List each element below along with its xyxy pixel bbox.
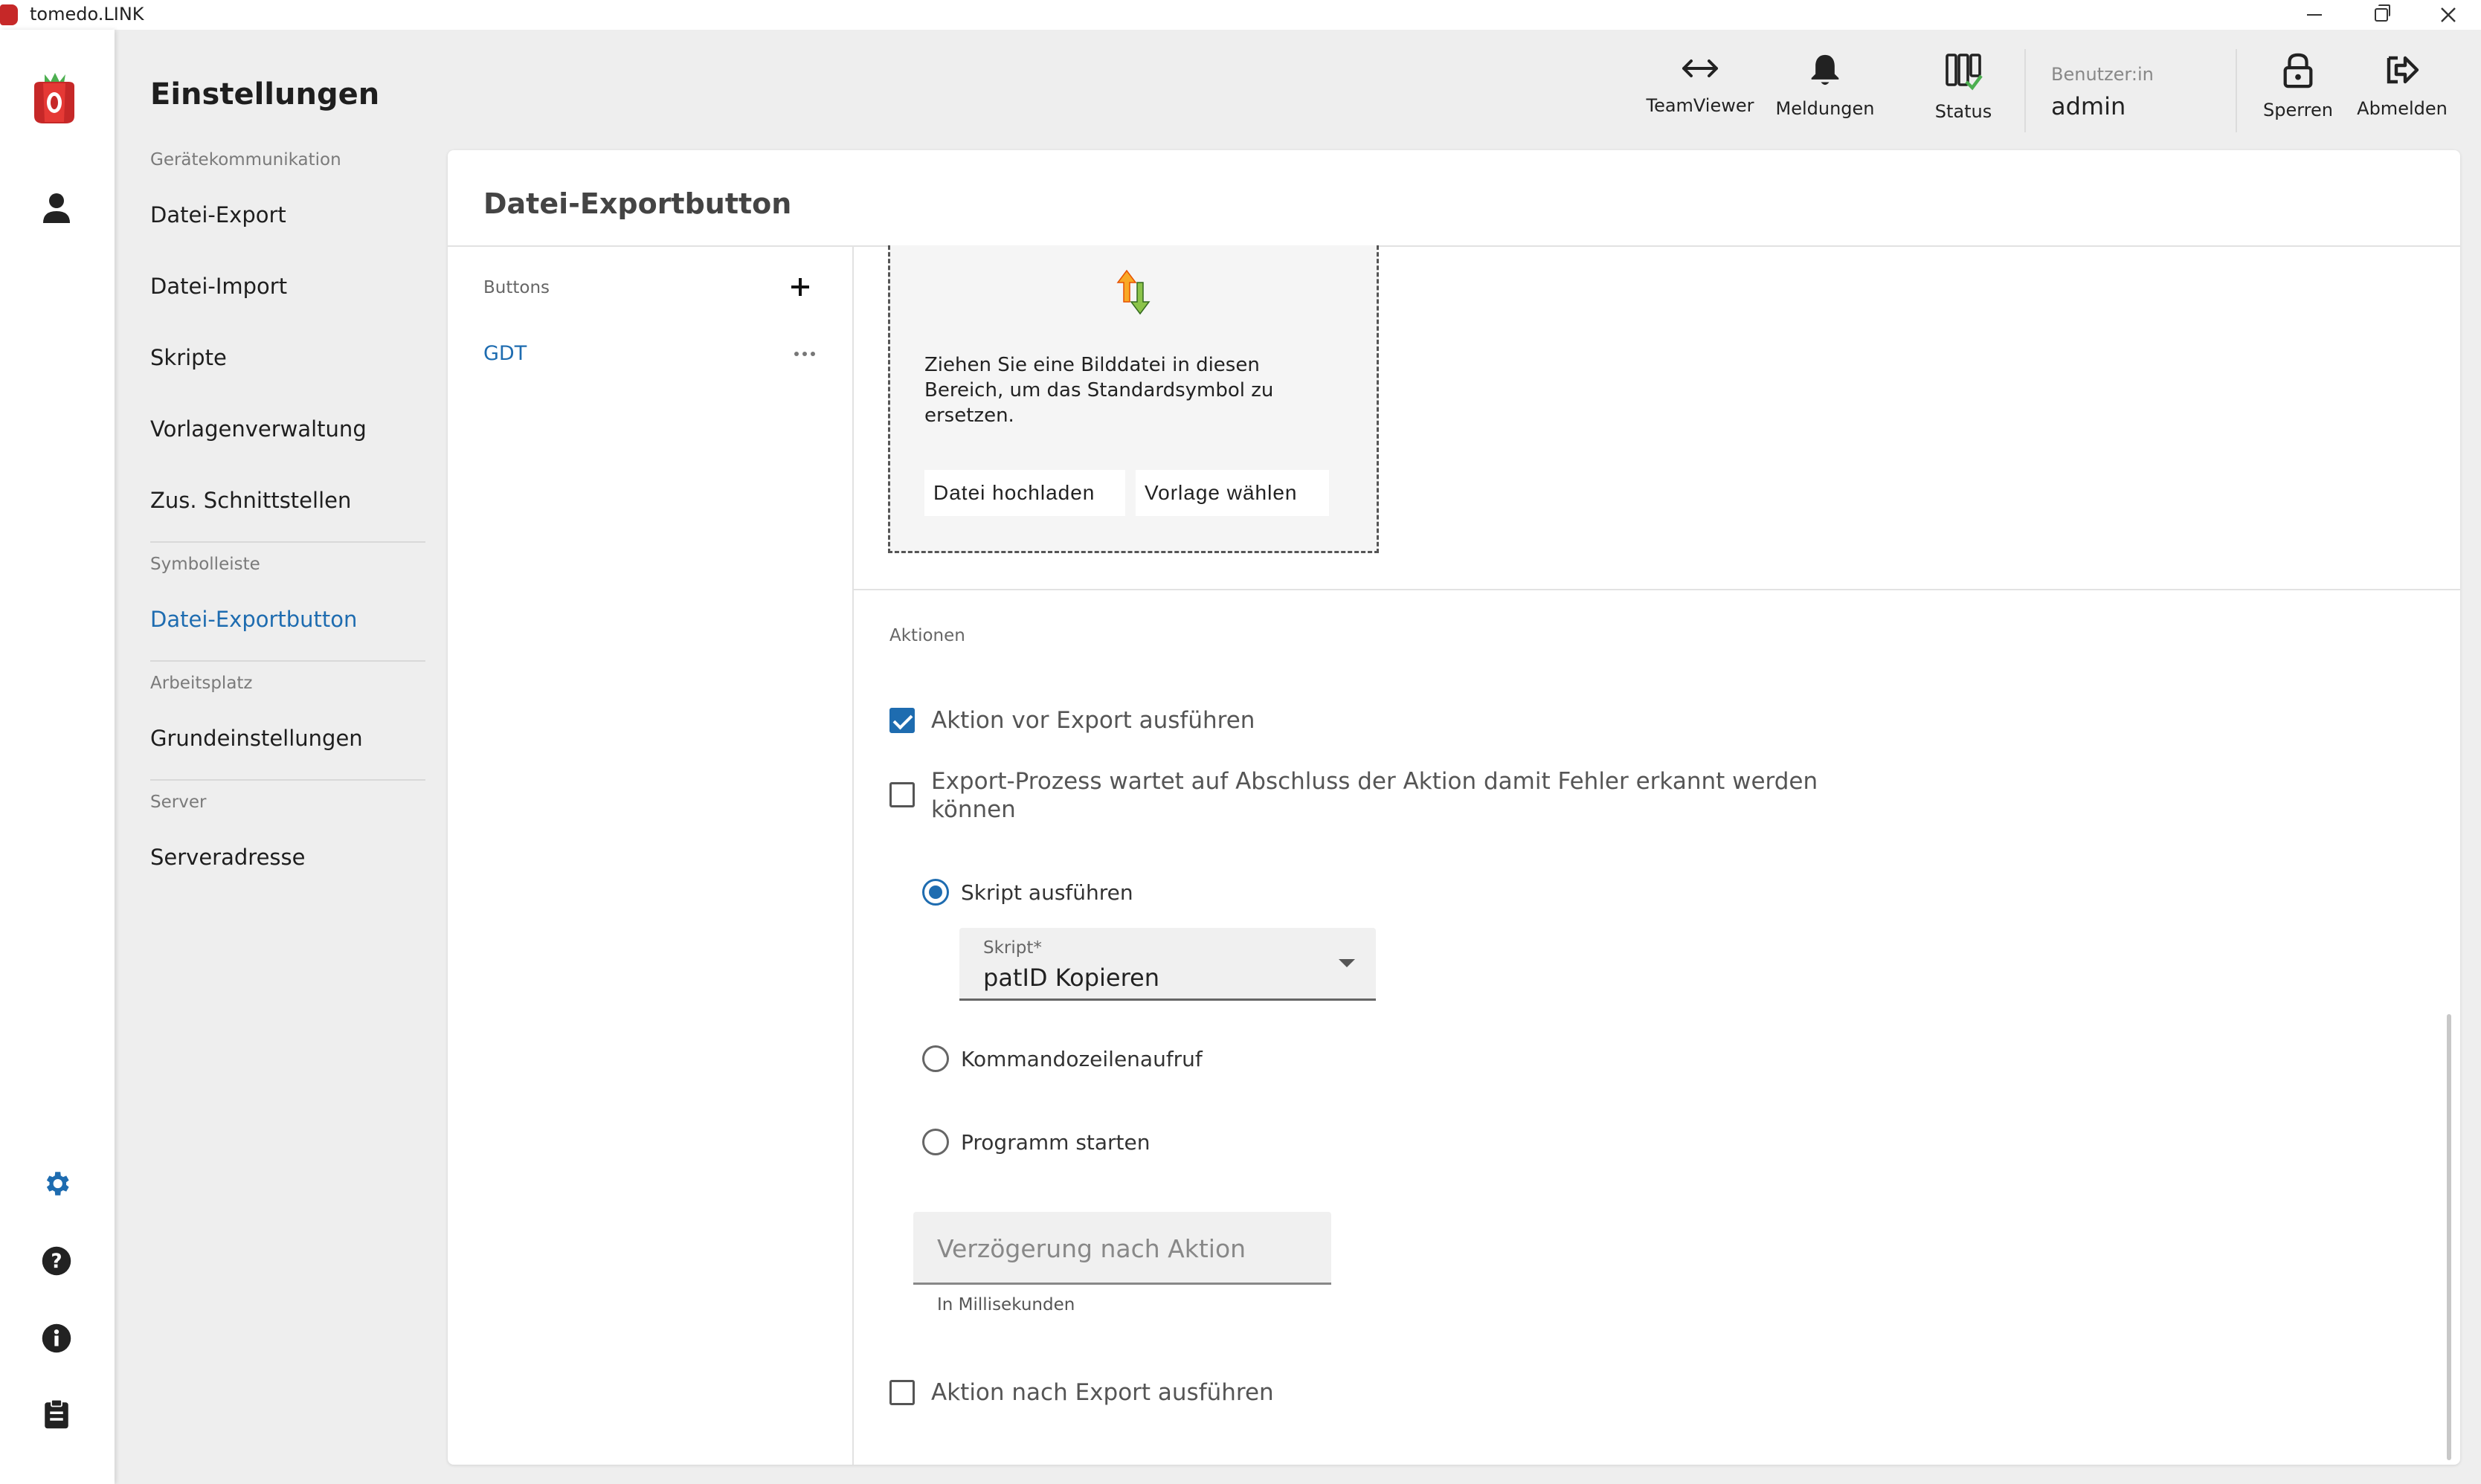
window-titlebar: tomedo.LINK bbox=[0, 0, 2481, 30]
toolbar-separator bbox=[2024, 49, 2026, 132]
nav-item-serveradresse[interactable]: Serveradresse bbox=[150, 845, 305, 870]
radio-start-program-label: Programm starten bbox=[961, 1130, 1151, 1155]
radio-run-script-label: Skript ausführen bbox=[961, 880, 1133, 905]
user-info: Benutzer:in admin bbox=[2051, 64, 2154, 120]
logout-label: Abmelden bbox=[2357, 98, 2448, 119]
settings-title: Einstellungen bbox=[150, 77, 380, 112]
more-dot bbox=[794, 352, 799, 356]
radio-command-line[interactable] bbox=[922, 1045, 949, 1072]
window-title: tomedo.LINK bbox=[30, 4, 144, 25]
script-select-label: Skript* bbox=[983, 938, 1042, 958]
nav-item-datei-exportbutton[interactable]: Datei-Exportbutton bbox=[150, 607, 357, 632]
nav-divider bbox=[150, 541, 425, 543]
nav-divider bbox=[150, 779, 425, 781]
toolbar-separator bbox=[2236, 49, 2237, 132]
wait-for-action-label: Export-Prozess wartet auf Abschluss der … bbox=[931, 768, 1818, 823]
tomedo-logo-icon bbox=[34, 73, 74, 123]
post-export-action-checkbox[interactable] bbox=[889, 1380, 915, 1405]
wait-for-action-checkbox[interactable] bbox=[889, 782, 915, 807]
settings-sidebar: Einstellungen Gerätekommunikation Datei-… bbox=[115, 30, 449, 1484]
post-export-action-label: Aktion nach Export ausführen bbox=[931, 1379, 1274, 1406]
more-dot bbox=[802, 352, 807, 356]
more-options-button[interactable] bbox=[790, 345, 820, 363]
pane-divider bbox=[852, 247, 854, 1465]
export-arrows-icon bbox=[1116, 269, 1151, 315]
user-label: Benutzer:in bbox=[2051, 64, 2154, 85]
button-list-item-gdt[interactable]: GDT bbox=[483, 342, 527, 365]
person-icon bbox=[43, 193, 70, 223]
help-nav-button[interactable]: ? bbox=[39, 1243, 74, 1279]
delay-input[interactable]: Verzögerung nach Aktion bbox=[913, 1212, 1331, 1285]
add-button[interactable] bbox=[785, 272, 815, 302]
nav-item-vorlagenverwaltung[interactable]: Vorlagenverwaltung bbox=[150, 416, 367, 442]
pre-export-action-checkbox[interactable] bbox=[889, 708, 915, 733]
teamviewer-button[interactable]: TeamViewer bbox=[1646, 52, 1754, 116]
plus-icon bbox=[791, 278, 809, 296]
svg-text:?: ? bbox=[51, 1251, 62, 1273]
lock-button[interactable]: Sperren bbox=[2246, 52, 2350, 120]
info-nav-button[interactable] bbox=[39, 1320, 74, 1356]
section-divider bbox=[854, 589, 2460, 590]
choose-template-button[interactable]: Vorlage wählen bbox=[1136, 470, 1329, 516]
logout-button[interactable]: Abmelden bbox=[2350, 52, 2454, 119]
nav-item-zus-schnittstellen[interactable]: Zus. Schnittstellen bbox=[150, 488, 351, 513]
minimize-button[interactable] bbox=[2280, 0, 2349, 30]
lock-icon bbox=[2283, 53, 2313, 88]
teamviewer-icon bbox=[1682, 59, 1718, 77]
minimize-icon bbox=[2307, 14, 2322, 16]
nav-item-grundeinstellungen[interactable]: Grundeinstellungen bbox=[150, 726, 363, 751]
image-dropzone[interactable]: Ziehen Sie eine Bilddatei in diesen Bere… bbox=[888, 245, 1379, 553]
nav-section-server: Server bbox=[150, 793, 207, 812]
app-logo[interactable] bbox=[28, 67, 80, 126]
nav-item-datei-import[interactable]: Datei-Import bbox=[150, 274, 287, 299]
left-rail: ? bbox=[0, 30, 115, 1484]
bell-icon bbox=[1811, 54, 1839, 86]
user-name: admin bbox=[2051, 92, 2126, 120]
status-button[interactable]: Status bbox=[1911, 52, 2015, 122]
notifications-label: Meldungen bbox=[1775, 98, 1875, 119]
main-card: Datei-Exportbutton Buttons GDT Ziehen Si… bbox=[448, 150, 2460, 1465]
status-label: Status bbox=[1934, 101, 1992, 122]
nav-divider bbox=[150, 660, 425, 662]
buttons-list-label: Buttons bbox=[483, 278, 550, 297]
gear-icon bbox=[46, 1172, 69, 1196]
logout-icon bbox=[2387, 56, 2419, 84]
header-divider bbox=[448, 245, 2460, 247]
more-dot bbox=[811, 352, 815, 356]
page-title: Datei-Exportbutton bbox=[483, 187, 792, 220]
help-icon: ? bbox=[42, 1246, 71, 1276]
restore-icon bbox=[2375, 4, 2390, 22]
vertical-scrollbar[interactable] bbox=[2447, 1014, 2451, 1460]
delay-helper-text: In Millisekunden bbox=[937, 1295, 1075, 1314]
close-icon bbox=[2441, 7, 2456, 22]
user-nav-button[interactable] bbox=[39, 190, 74, 226]
clipboard-icon bbox=[45, 1398, 68, 1429]
dropzone-hint: Ziehen Sie eine Bilddatei in diesen Bere… bbox=[924, 354, 1274, 427]
settings-nav-button[interactable] bbox=[39, 1166, 74, 1201]
maximize-button[interactable] bbox=[2347, 0, 2416, 30]
teamviewer-label: TeamViewer bbox=[1646, 95, 1754, 116]
nav-section-arbeitsplatz: Arbeitsplatz bbox=[150, 674, 253, 693]
script-select-value: patID Kopieren bbox=[983, 964, 1159, 992]
status-server-icon bbox=[1946, 54, 1983, 91]
nav-section-symbolleiste: Symbolleiste bbox=[150, 555, 260, 574]
actions-section-label: Aktionen bbox=[889, 626, 965, 645]
lock-label: Sperren bbox=[2263, 100, 2333, 120]
script-select[interactable]: Skript* patID Kopieren bbox=[959, 928, 1376, 1001]
radio-command-line-label: Kommandozeilenaufruf bbox=[961, 1047, 1203, 1071]
delay-input-placeholder: Verzögerung nach Aktion bbox=[937, 1234, 1246, 1263]
pre-export-action-label: Aktion vor Export ausführen bbox=[931, 707, 1255, 734]
nav-section-geraetekommunikation: Gerätekommunikation bbox=[150, 150, 341, 170]
app-icon bbox=[0, 4, 18, 25]
dropdown-caret-icon bbox=[1339, 959, 1355, 967]
nav-item-datei-export[interactable]: Datei-Export bbox=[150, 202, 286, 228]
upload-file-button[interactable]: Datei hochladen bbox=[924, 470, 1125, 516]
info-icon bbox=[42, 1323, 71, 1353]
radio-start-program[interactable] bbox=[922, 1129, 949, 1155]
close-button[interactable] bbox=[2414, 0, 2481, 30]
radio-run-script[interactable] bbox=[922, 879, 949, 906]
clipboard-nav-button[interactable] bbox=[39, 1396, 74, 1432]
notifications-button[interactable]: Meldungen bbox=[1773, 52, 1877, 119]
nav-item-skripte[interactable]: Skripte bbox=[150, 345, 227, 370]
